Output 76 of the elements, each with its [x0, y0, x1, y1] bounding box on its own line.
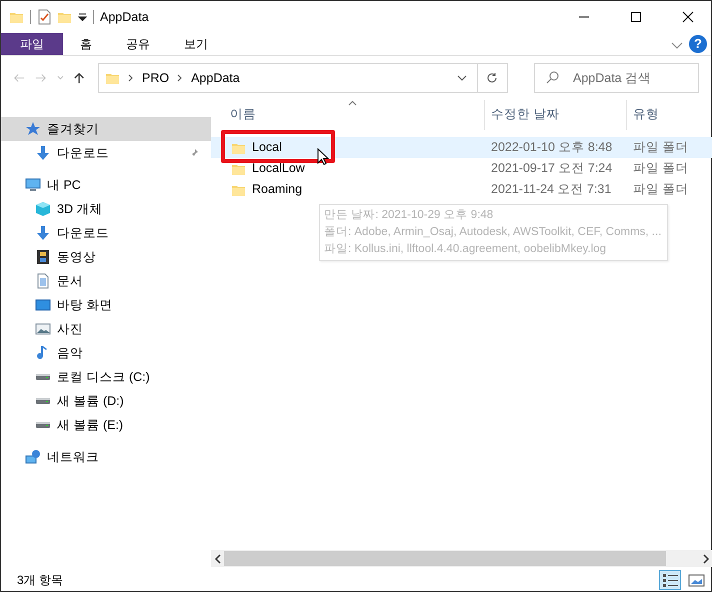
sidebar-item[interactable]: 문서 — [1, 269, 211, 293]
download-arrow-icon — [35, 225, 51, 241]
up-arrow-icon[interactable] — [74, 71, 84, 85]
ribbon-tab[interactable]: 홈 — [63, 33, 109, 55]
ribbon-tab[interactable]: 보기 — [167, 33, 225, 55]
dropdown-icon[interactable] — [78, 13, 87, 21]
chevron-right-icon — [702, 554, 710, 564]
sidebar-item[interactable]: 네트워크 — [1, 445, 211, 469]
modified-date: 2021-09-17 오전 7:24 — [490, 160, 614, 178]
computer-icon — [25, 177, 41, 193]
file-row[interactable]: Local 2022-01-10 오후 8:48 파일 폴더 — [211, 137, 712, 158]
file-type: 파일 폴더 — [632, 181, 688, 198]
chevron-left-icon — [214, 554, 222, 564]
cube-icon — [35, 201, 51, 217]
help-button[interactable]: ? — [689, 35, 707, 53]
tooltip-line: 파일: Kollus.ini, llftool.4.40.agreement, oobelibMkey.log — [324, 242, 608, 257]
chevron-right-icon — [177, 74, 184, 82]
search-field[interactable]: AppData 검색 — [534, 63, 699, 93]
file-name: Roaming — [252, 181, 302, 198]
document-icon — [35, 273, 51, 289]
file-type: 파일 폴더 — [632, 160, 688, 178]
desktop-icon — [35, 297, 51, 313]
mouse-cursor-icon — [317, 148, 329, 166]
maximize-icon — [630, 11, 642, 23]
folder-icon — [104, 71, 120, 85]
sidebar-item[interactable]: 로컬 디스크 (C:) — [1, 365, 211, 389]
file-row[interactable]: LocalLow 2021-09-17 오전 7:24 파일 폴더 — [211, 158, 712, 179]
sidebar-item[interactable]: 음악 — [1, 341, 211, 365]
modified-date: 2022-01-10 오후 8:48 — [490, 139, 614, 156]
file-name: LocalLow — [252, 160, 305, 178]
tooltip-line: 만든 날짜: 2021-10-29 오후 9:48 — [324, 208, 494, 223]
address-bar[interactable]: PRO AppData — [98, 63, 508, 93]
network-icon — [25, 449, 41, 465]
drive-icon — [35, 374, 51, 380]
drive-icon — [35, 422, 51, 428]
breadcrumb-link[interactable]: AppData — [191, 68, 240, 88]
sidebar-item[interactable]: 다운로드 — [1, 141, 211, 165]
column-header[interactable]: 유형 — [627, 100, 712, 130]
star-icon — [25, 121, 41, 137]
breadcrumb-link[interactable]: PRO — [142, 68, 170, 88]
sidebar-item[interactable]: 새 볼륨 (E:) — [1, 413, 211, 437]
chevron-down-icon[interactable] — [671, 42, 683, 50]
sidebar-item[interactable]: 즐겨찾기 — [1, 117, 211, 141]
photo-icon — [35, 321, 51, 337]
column-header[interactable]: 이름 — [211, 100, 485, 130]
download-arrow-icon — [35, 145, 51, 161]
film-icon — [35, 249, 51, 265]
view-toggle-button[interactable] — [659, 570, 681, 590]
column-header[interactable]: 수정한 날짜 — [485, 100, 627, 130]
sidebar-item[interactable]: 새 볼륨 (D:) — [1, 389, 211, 413]
sidebar-item[interactable]: 3D 개체 — [1, 197, 211, 221]
sidebar-item[interactable]: 바탕 화면 — [1, 293, 211, 317]
window-title: AppData — [100, 8, 149, 26]
details-view-icon — [662, 572, 678, 588]
sidebar-item[interactable]: 내 PC — [1, 173, 211, 197]
close-icon — [682, 11, 694, 23]
tooltip-line: 폴더: Adobe, Armin_Osaj, Autodesk, AWSToolkit, CEF, Comms, ... — [324, 225, 662, 240]
search-icon — [546, 71, 559, 84]
sort-caret-icon — [348, 100, 357, 106]
sidebar-item[interactable]: 다운로드 — [1, 221, 211, 245]
chevron-right-icon — [128, 74, 134, 82]
file-row[interactable]: Roaming 2021-11-24 오전 7:31 파일 폴더 — [211, 179, 712, 200]
modified-date: 2021-11-24 오전 7:31 — [490, 181, 612, 198]
ribbon-tab[interactable]: 파일 — [1, 33, 63, 55]
scrollbar-thumb[interactable] — [224, 551, 666, 566]
refresh-icon — [486, 72, 498, 84]
drive-icon — [35, 398, 51, 404]
properties-icon[interactable] — [37, 9, 51, 25]
chevron-down-icon[interactable] — [456, 75, 467, 81]
item-count: 3개 항목 — [17, 572, 64, 589]
sidebar-item[interactable]: 동영상 — [1, 245, 211, 269]
file-name: Local — [252, 139, 282, 156]
ribbon-tab[interactable]: 공유 — [109, 33, 167, 55]
large-icons-view-icon — [688, 572, 704, 588]
file-type: 파일 폴더 — [632, 139, 688, 156]
sidebar-item[interactable]: 사진 — [1, 317, 211, 341]
